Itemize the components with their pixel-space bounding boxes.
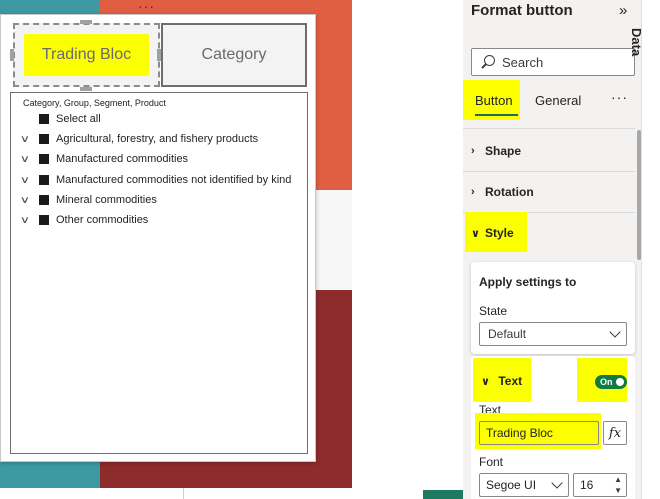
slicer-item-other[interactable]: ∨ Other commodities [20,211,149,229]
checkbox-icon[interactable] [39,114,49,124]
more-options-icon[interactable]: ··· [611,89,628,105]
data-pane-label[interactable]: Data [629,28,644,56]
canvas-divider [183,488,184,499]
search-icon [480,54,496,70]
chevron-right-icon: › [471,186,475,198]
resize-handle-left[interactable] [10,49,14,61]
font-family-dropdown[interactable]: Segoe UI [479,473,569,497]
font-size-stepper[interactable]: 16 ▲ ▼ [573,473,627,497]
chevron-down-icon[interactable]: ∨ [20,175,42,186]
section-text[interactable]: ∨ Text [481,374,522,388]
chevron-down-icon[interactable]: ∨ [20,134,42,145]
chevron-down-icon[interactable]: ▼ [614,486,622,495]
slicer-item-label: Select all [56,113,101,125]
chevron-down-icon: ∨ [471,227,480,240]
fx-button[interactable]: fx [603,421,627,445]
slicer-item-select-all[interactable]: Select all [23,110,101,128]
chevron-down-icon [552,479,562,489]
slicer-item-agricultural[interactable]: ∨ Agricultural, forestry, and fishery pr… [20,130,259,148]
data-pane[interactable] [641,0,660,499]
pane-title: Format button [471,2,573,19]
visual-more-options-button[interactable]: ··· [138,0,155,13]
resize-handle-right[interactable] [157,49,161,61]
double-chevron-right-icon[interactable]: » [619,2,627,19]
apply-settings-card: Apply settings to State Default [471,262,635,354]
text-toggle[interactable]: On [595,375,627,389]
category-button[interactable]: Category [161,23,307,87]
slicer-item-label: Mineral commodities [56,194,157,206]
state-label: State [479,304,508,318]
state-dropdown[interactable]: Default [479,322,627,346]
slicer-item-mineral[interactable]: ∨ Mineral commodities [20,191,157,209]
toggle-knob [616,378,624,386]
chevron-down-icon [610,328,620,338]
chevron-up-icon[interactable]: ▲ [614,475,622,484]
chevron-right-icon: › [471,145,475,157]
resize-handle-top[interactable] [80,20,92,24]
chevron-down-icon[interactable]: ∨ [20,195,42,206]
trading-bloc-label: Trading Bloc [23,34,150,76]
search-placeholder: Search [502,54,544,70]
category-slicer[interactable]: Category, Group, Segment, Product Select… [10,92,308,454]
slicer-item-manufactured-unidentified[interactable]: ∨ Manufactured commodities not identifie… [20,171,292,189]
slicer-item-label: Manufactured commodities [56,153,189,165]
format-pane: Format button » Search Button General ··… [463,0,641,499]
chevron-down-icon[interactable]: ∨ [20,154,42,165]
section-shape[interactable]: › Shape [463,131,635,171]
trading-bloc-button[interactable]: Trading Bloc [13,23,160,87]
page-tab-indicator[interactable] [423,490,463,499]
apply-settings-title: Apply settings to [479,275,577,289]
section-style[interactable]: ∨ Style [463,213,635,253]
search-input[interactable]: Search [471,48,635,76]
font-label: Font [479,455,504,469]
canvas-bottom-strip [0,488,352,499]
chevron-down-icon[interactable]: ∨ [20,215,42,226]
tab-selected-indicator [475,114,518,116]
tab-general[interactable]: General [535,93,581,108]
resize-handle-bottom[interactable] [80,87,92,91]
visual-container[interactable]: Trading Bloc Category Category, Group, S… [0,14,316,462]
slicer-item-label: Other commodities [56,214,149,226]
chevron-down-icon: ∨ [481,376,490,388]
text-input[interactable]: Trading Bloc [479,421,599,445]
slicer-item-label: Agricultural, forestry, and fishery prod… [56,133,259,145]
slicer-header: Category, Group, Segment, Product [23,98,166,108]
slicer-item-label: Manufactured commodities not identified … [56,174,292,186]
tab-button[interactable]: Button [475,93,513,108]
slicer-item-manufactured[interactable]: ∨ Manufactured commodities [20,150,189,168]
section-rotation[interactable]: › Rotation [463,172,635,212]
